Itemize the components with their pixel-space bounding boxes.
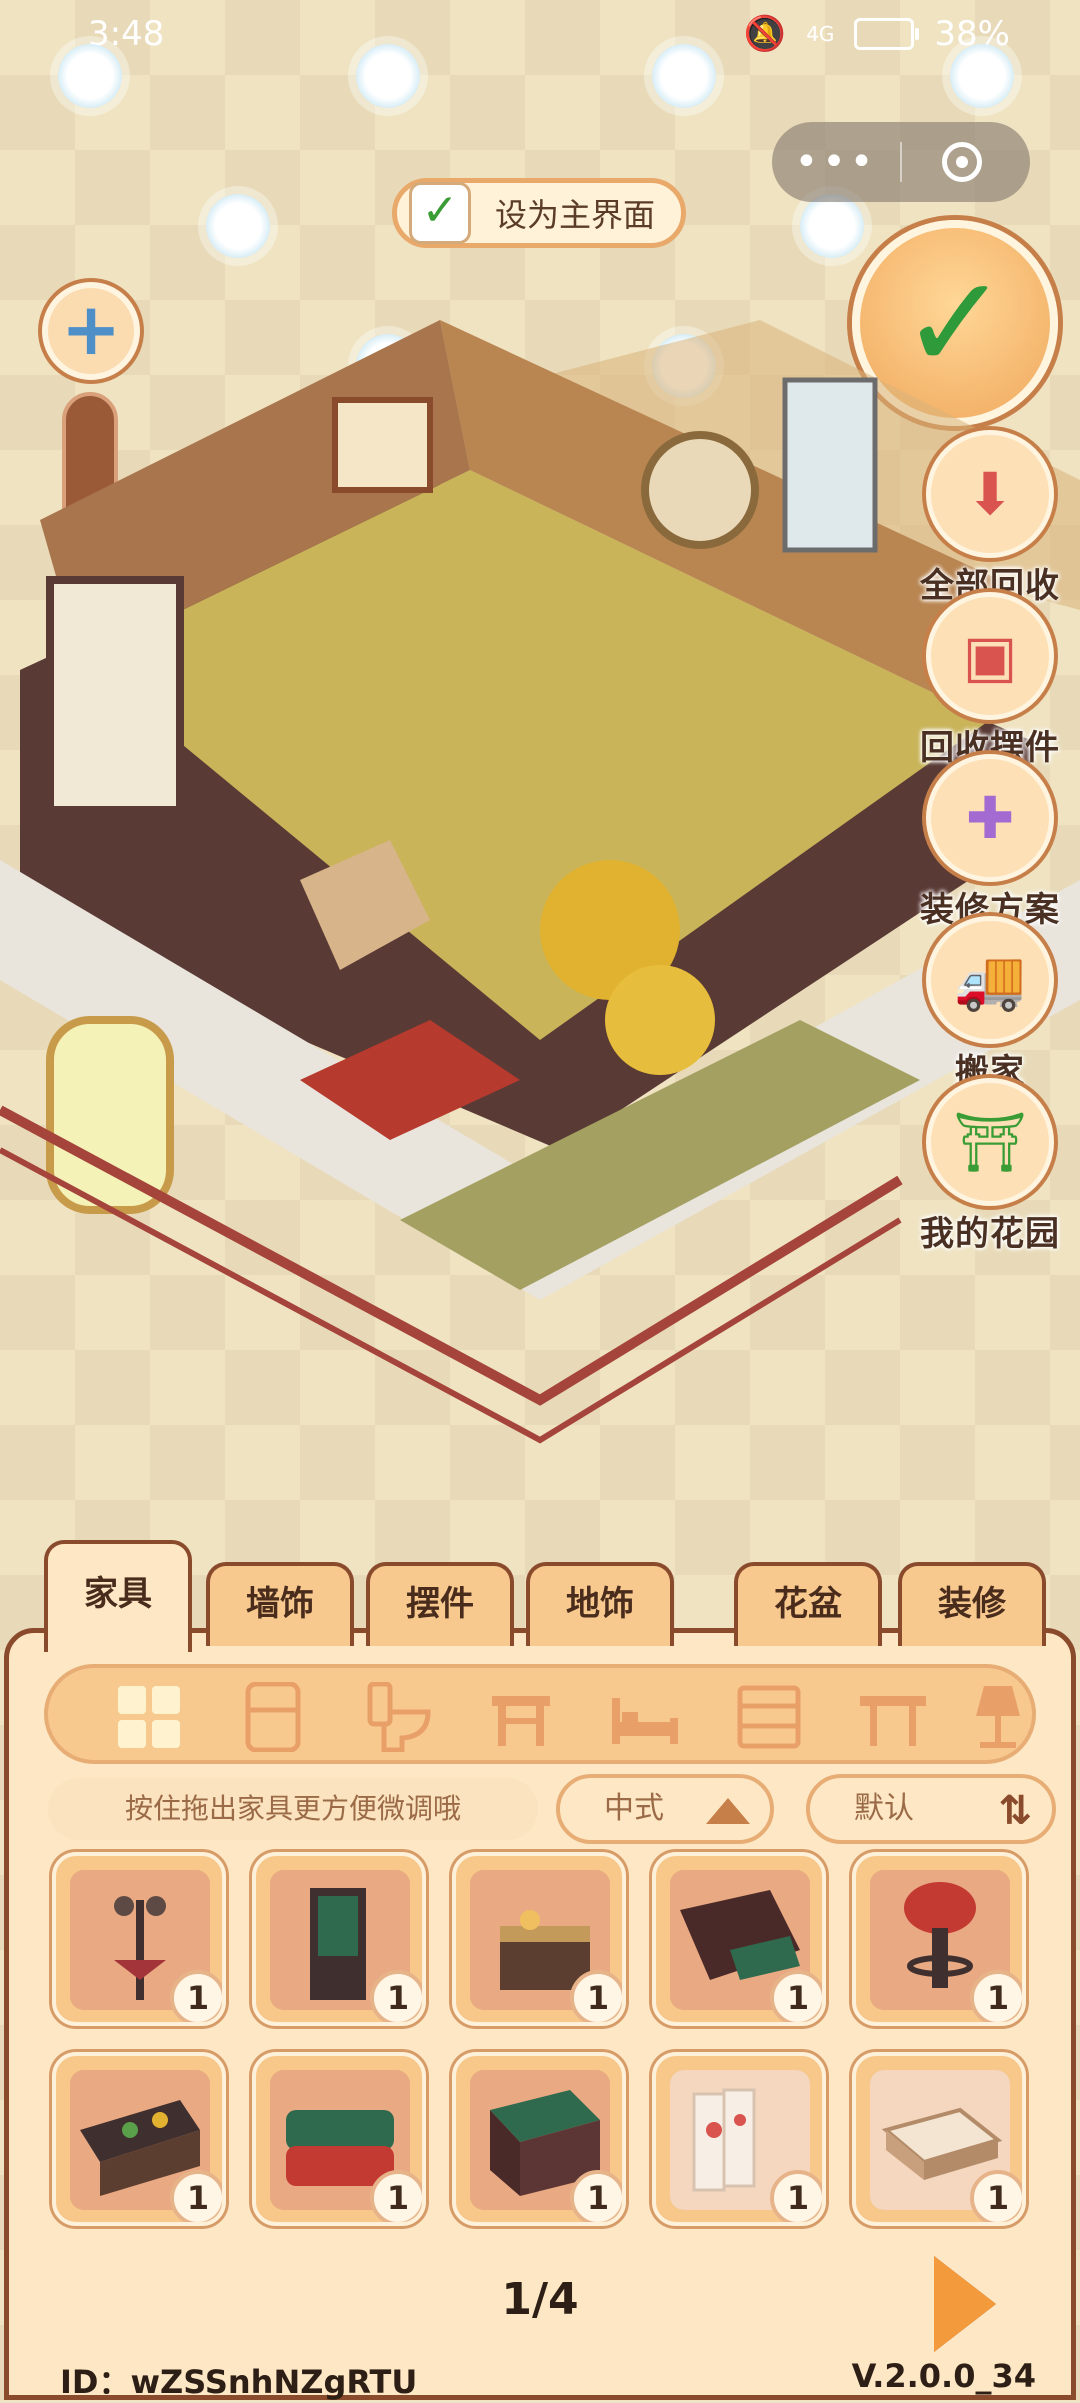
aquarium	[46, 1016, 174, 1214]
wall-painting	[332, 397, 433, 493]
bed-icon[interactable]	[610, 1682, 680, 1752]
moon-gate-screen	[641, 431, 759, 549]
item-count: 1	[970, 2170, 1022, 2222]
toilet-icon[interactable]	[362, 1682, 432, 1752]
page-indicator: 1/4	[501, 2274, 579, 2325]
tab-floor-decor[interactable]: 地饰	[526, 1562, 674, 1646]
sun-icon	[58, 44, 122, 108]
item-count: 1	[770, 2170, 822, 2222]
plan-card-icon: ✚	[926, 754, 1054, 882]
item-count: 1	[170, 2170, 222, 2222]
item-count: 1	[370, 2170, 422, 2222]
more-icon[interactable]: •••	[772, 139, 900, 185]
item-count: 1	[970, 1970, 1022, 2022]
item-carved-cabinet[interactable]: 1	[452, 2052, 626, 2226]
subcategory-bar	[44, 1664, 1036, 1764]
sort-dropdown[interactable]: 默认 ⇅	[806, 1774, 1056, 1844]
recycle-decor-button[interactable]: ▣ 回收摆件	[900, 592, 1080, 769]
set-as-home-label: 设为主界面	[495, 196, 656, 234]
mute-icon: 🔕	[743, 14, 787, 54]
drag-hint: 按住拖出家具更方便微调哦	[48, 1778, 538, 1840]
item-sofa-green[interactable]: 1	[652, 1852, 826, 2026]
sort-icon: ⇅	[998, 1788, 1032, 1834]
garden-gate-icon: ⛩	[926, 1078, 1054, 1206]
my-garden-label: 我的花园	[920, 1214, 1060, 1254]
recycle-all-button[interactable]: ⬇ 全部回收	[900, 430, 1080, 607]
sun-icon	[356, 44, 420, 108]
tab-renovation[interactable]: 装修	[898, 1562, 1046, 1646]
miniprogram-capsule[interactable]: •••	[772, 122, 1030, 202]
sun-icon	[652, 44, 716, 108]
item-maple-screen[interactable]: 1	[652, 2052, 826, 2226]
style-filter-value: 中式	[604, 1791, 664, 1826]
item-count: 1	[570, 2170, 622, 2222]
item-tea-table[interactable]: 1	[852, 2052, 1026, 2226]
battery-icon	[854, 18, 920, 50]
all-grid-icon[interactable]	[114, 1682, 184, 1752]
item-count: 1	[770, 1970, 822, 2022]
player-id: ID：wZSSnhNZgRTU	[60, 2363, 418, 2401]
item-vegetable-counter[interactable]: 1	[52, 2052, 226, 2226]
my-garden-button[interactable]: ⛩ 我的花园	[900, 1078, 1080, 1255]
shower-cabin	[782, 377, 878, 553]
triangle-up-icon	[706, 1798, 750, 1824]
move-house-button[interactable]: 🚚 搬家	[900, 916, 1080, 1093]
network-label: 4G	[806, 22, 835, 46]
fridge-icon[interactable]	[238, 1682, 308, 1752]
next-page-arrow-icon[interactable]	[934, 2256, 996, 2352]
item-red-bar-stool[interactable]: 1	[852, 1852, 1026, 2026]
item-count: 1	[170, 1970, 222, 2022]
set-as-home-toggle[interactable]: ✓ 设为主界面	[392, 178, 686, 248]
ginkgo-tree-top	[605, 965, 715, 1075]
recycle-box-icon: ▣	[926, 592, 1054, 720]
decor-plan-button[interactable]: ✚ 装修方案	[900, 754, 1080, 931]
tab-furniture[interactable]: 家具	[44, 1540, 192, 1652]
capsule-divider	[900, 142, 902, 182]
status-bar: 3:48 🔕 4G 38%	[0, 0, 1080, 70]
lattice-window	[46, 576, 184, 814]
tab-ornaments[interactable]: 摆件	[366, 1562, 514, 1646]
tab-wall-decor[interactable]: 墙饰	[206, 1562, 354, 1646]
tab-flowerpots[interactable]: 花盆	[734, 1562, 882, 1646]
style-filter-dropdown[interactable]: 中式	[556, 1774, 774, 1844]
checkbox-check-icon[interactable]: ✓	[409, 182, 471, 244]
box-down-icon: ⬇	[926, 430, 1054, 558]
sun-icon	[206, 194, 270, 258]
item-street-lamp[interactable]: 1	[52, 1852, 226, 2026]
category-tabs: 家具 墙饰 摆件 地饰 花盆 装修	[0, 1540, 1080, 1652]
item-folding-screen[interactable]: 1	[252, 1852, 426, 2026]
item-red-green-sofa[interactable]: 1	[252, 2052, 426, 2226]
item-count: 1	[570, 1970, 622, 2022]
table-icon[interactable]	[858, 1682, 928, 1752]
item-food-stall[interactable]: 1	[452, 1852, 626, 2026]
sun-icon	[800, 194, 864, 258]
sun-icon	[950, 44, 1014, 108]
lamp-icon[interactable]	[962, 1682, 1032, 1752]
sort-value: 默认	[854, 1791, 914, 1826]
version-label: V.2.0.0_34	[851, 2357, 1036, 2395]
moving-truck-icon: 🚚	[926, 916, 1054, 1044]
close-miniprogram-icon[interactable]	[942, 142, 982, 182]
item-count: 1	[370, 1970, 422, 2022]
stool-icon[interactable]	[486, 1682, 556, 1752]
cabinet-icon[interactable]	[734, 1682, 804, 1752]
